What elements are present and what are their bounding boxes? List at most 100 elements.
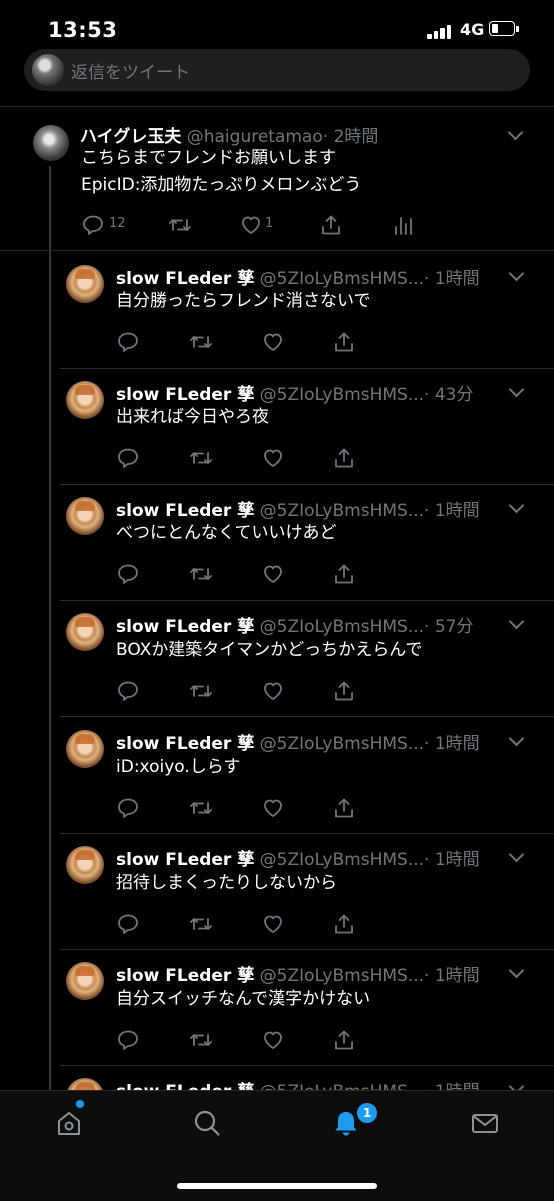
like-button[interactable] — [261, 679, 285, 705]
reply-count: 12 — [109, 216, 126, 231]
avatar[interactable] — [66, 730, 104, 768]
like-button[interactable] — [261, 796, 285, 822]
tweet-time: · 1時間 — [424, 850, 480, 870]
network-type: 4G — [460, 20, 485, 39]
tweet-actions — [116, 446, 356, 472]
author-name[interactable]: slow FLeder 孳 — [116, 617, 254, 637]
share-icon — [335, 564, 353, 584]
tweet-header: slow FLeder 孳 @5ZIoLyBmsHMS...· 57分 — [116, 612, 473, 637]
tweet-text: べつにとんなくていいけあど — [116, 523, 337, 543]
author-handle[interactable]: @5ZIoLyBmsHMS... — [260, 269, 424, 289]
retweet-button[interactable] — [188, 562, 214, 588]
reply-button[interactable] — [116, 912, 140, 938]
reply-button[interactable] — [116, 446, 140, 472]
thread-line — [49, 166, 51, 1090]
author-handle[interactable]: @5ZIoLyBmsHMS... — [260, 850, 424, 870]
like-button[interactable]: 1 — [239, 213, 273, 239]
like-button[interactable] — [261, 562, 285, 588]
share-button[interactable] — [332, 679, 356, 705]
avatar[interactable] — [66, 497, 104, 535]
chevron-down-icon[interactable] — [508, 613, 525, 630]
divider — [60, 833, 554, 834]
author-handle[interactable]: @haiguretamao — [187, 127, 323, 147]
author-handle[interactable]: @5ZIoLyBmsHMS... — [260, 734, 424, 754]
retweet-button[interactable] — [188, 679, 214, 705]
tab-messages[interactable] — [470, 1108, 500, 1138]
retweet-button[interactable] — [188, 446, 214, 472]
avatar[interactable] — [66, 613, 104, 651]
reply-button[interactable] — [116, 679, 140, 705]
tab-search[interactable] — [192, 1108, 222, 1138]
chevron-down-icon[interactable] — [507, 124, 524, 141]
tweet-time: · 1時間 — [424, 734, 480, 754]
tweet-text: 自分勝ったらフレンド消さないで — [116, 291, 371, 311]
author-handle[interactable]: @5ZIoLyBmsHMS... — [260, 501, 424, 521]
like-heart-icon — [242, 216, 260, 234]
share-button[interactable] — [332, 446, 356, 472]
like-button[interactable] — [261, 446, 285, 472]
like-button[interactable] — [261, 1028, 285, 1054]
share-button[interactable] — [332, 330, 356, 356]
tab-home[interactable] — [54, 1108, 84, 1138]
reply-button[interactable] — [116, 562, 140, 588]
chevron-down-icon[interactable] — [508, 730, 525, 747]
reply-button[interactable]: 12 — [81, 213, 126, 239]
chevron-down-icon[interactable] — [508, 846, 525, 863]
tweet-time: · 1時間 — [424, 501, 480, 521]
chevron-down-icon[interactable] — [508, 497, 525, 514]
avatar[interactable] — [33, 125, 69, 161]
reply-button[interactable] — [116, 796, 140, 822]
author-name[interactable]: slow FLeder 孳 — [116, 385, 254, 405]
tweet-time: · 2時間 — [322, 127, 379, 147]
like-button[interactable] — [261, 330, 285, 356]
retweet-button[interactable] — [188, 912, 214, 938]
chevron-down-icon[interactable] — [508, 962, 525, 979]
author-name[interactable]: slow FLeder 孳 — [116, 966, 254, 986]
tweet-actions — [116, 796, 356, 822]
reply-compose-bar[interactable]: 返信をツイート — [24, 49, 530, 91]
share-button[interactable] — [332, 796, 356, 822]
retweet-icon — [190, 568, 212, 580]
tweet-actions — [116, 562, 356, 588]
avatar[interactable] — [66, 846, 104, 884]
share-button[interactable] — [332, 1028, 356, 1054]
cellular-signal-icon — [427, 25, 455, 39]
author-name[interactable]: slow FLeder 孳 — [116, 269, 254, 289]
tweet-time: · 57分 — [424, 617, 474, 637]
retweet-button[interactable] — [167, 213, 193, 239]
divider — [60, 1065, 554, 1066]
retweet-button[interactable] — [188, 1028, 214, 1054]
avatar[interactable] — [66, 381, 104, 419]
avatar[interactable] — [66, 962, 104, 1000]
reply-button[interactable] — [116, 1028, 140, 1054]
share-button[interactable] — [319, 213, 343, 239]
messages-envelope-icon — [472, 1114, 498, 1133]
author-name[interactable]: slow FLeder 孳 — [116, 850, 254, 870]
share-icon — [335, 332, 353, 352]
author-name[interactable]: ハイグレ玉夫 — [80, 127, 181, 147]
retweet-button[interactable] — [188, 796, 214, 822]
chevron-down-icon[interactable] — [508, 381, 525, 398]
retweet-icon — [190, 1034, 212, 1046]
reply-icon — [118, 681, 138, 701]
share-button[interactable] — [332, 562, 356, 588]
chevron-down-icon[interactable] — [508, 265, 525, 282]
author-name[interactable]: slow FLeder 孳 — [116, 501, 254, 521]
tweet-actions — [116, 1028, 356, 1054]
share-button[interactable] — [332, 912, 356, 938]
avatar[interactable] — [66, 265, 104, 303]
reply-button[interactable] — [116, 330, 140, 356]
author-handle[interactable]: @5ZIoLyBmsHMS... — [260, 966, 424, 986]
author-handle[interactable]: @5ZIoLyBmsHMS... — [260, 617, 424, 637]
home-new-indicator — [76, 1100, 84, 1108]
home-indicator[interactable] — [177, 1183, 377, 1189]
tweet-text: こちらまでフレンドお願いします EpicID:添加物たっぷりメロンぶどう — [81, 145, 361, 199]
divider — [60, 484, 554, 485]
retweet-button[interactable] — [188, 330, 214, 356]
analytics-button[interactable] — [391, 213, 415, 239]
like-button[interactable] — [261, 912, 285, 938]
reply-icon — [118, 564, 138, 584]
author-name[interactable]: slow FLeder 孳 — [116, 734, 254, 754]
tweet-text: iD:xoiyo.しらす — [116, 757, 241, 777]
author-handle[interactable]: @5ZIoLyBmsHMS... — [260, 385, 424, 405]
